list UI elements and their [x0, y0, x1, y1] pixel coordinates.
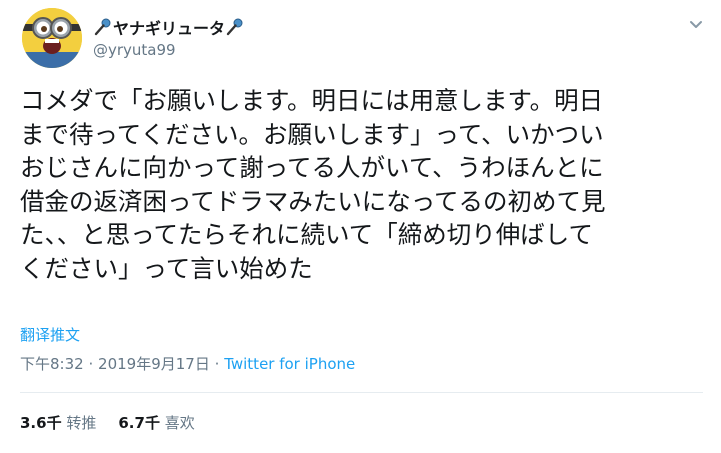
likes-stat[interactable]: 6.7千 喜欢: [118, 414, 194, 432]
tweet-card: ヤナギリュータ @yryuta99 コメダで「お願いします。明日には用意します。…: [0, 0, 721, 453]
author-display-name-row[interactable]: ヤナギリュータ: [93, 15, 245, 40]
tweet-timestamp-row: 下午8:32 · 2019年9月17日 · Twitter for iPhone: [20, 353, 355, 374]
tweet-text: コメダで「お願いします。明日には用意します。明日 まで待ってください。お願いしま…: [20, 84, 710, 285]
tweet-source-link[interactable]: Twitter for iPhone: [224, 355, 355, 373]
avatar[interactable]: [22, 8, 82, 68]
tweet-text-line: コメダで「お願いします。明日には用意します。明日: [20, 86, 604, 115]
likes-count: 6.7千: [118, 414, 160, 432]
minion-avatar-icon: [22, 8, 82, 68]
translate-tweet-link[interactable]: 翻译推文: [20, 324, 80, 345]
tweet-text-line: 借金の返済困ってドラマみたいになってるの初めて見: [20, 186, 606, 216]
microphone-icon: [94, 18, 112, 40]
tweet-text-line: ください」って言い始めた: [20, 253, 313, 283]
chevron-down-icon: [690, 21, 702, 28]
retweets-count: 3.6千: [20, 414, 62, 432]
tweet-text-line: た、、と思ってたらそれに続いて「締め切り伸ばして: [20, 220, 594, 249]
author-display-name: ヤナギリュータ: [113, 19, 226, 38]
tweet-date[interactable]: 2019年9月17日: [98, 355, 210, 373]
microphone-icon: [226, 18, 244, 40]
author-handle[interactable]: @yryuta99: [93, 41, 176, 59]
tweet-time[interactable]: 下午8:32: [20, 355, 84, 373]
meta-separator: ·: [88, 355, 94, 373]
likes-label: 喜欢: [164, 414, 195, 432]
meta-separator: ·: [214, 355, 220, 373]
tweet-menu-button[interactable]: [686, 14, 706, 34]
retweets-stat[interactable]: 3.6千 转推: [20, 414, 96, 432]
divider: [20, 392, 703, 393]
tweet-stats: 3.6千 转推 6.7千 喜欢: [20, 412, 195, 433]
retweets-label: 转推: [66, 414, 97, 432]
tweet-text-line: おじさんに向かって謝ってる人がいて、うわほんとに: [20, 153, 604, 182]
tweet-text-line: まで待ってください。お願いします」って、いかつい: [20, 119, 604, 149]
